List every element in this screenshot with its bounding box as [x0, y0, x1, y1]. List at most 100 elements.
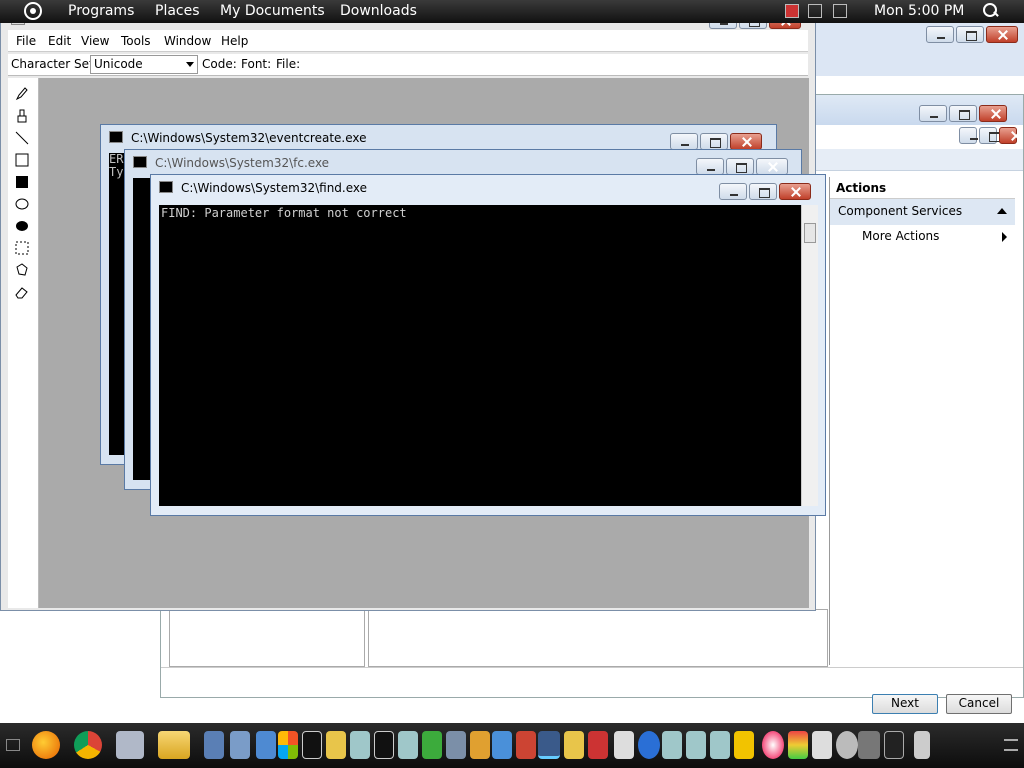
app-window-icon[interactable]	[662, 731, 682, 759]
clock[interactable]: Mon 5:00 PM	[874, 3, 964, 19]
eraser-icon[interactable]	[15, 285, 29, 299]
info-icon[interactable]	[638, 731, 660, 759]
vertical-scrollbar[interactable]	[801, 205, 818, 506]
recycle-icon[interactable]	[422, 731, 442, 759]
code-label: Code:	[202, 57, 237, 71]
notification-icon[interactable]	[785, 4, 799, 18]
inner-restore-button[interactable]	[979, 127, 1000, 144]
active-task-icon[interactable]	[538, 731, 560, 759]
printer-icon[interactable]	[446, 731, 466, 759]
toolbox-icon[interactable]	[588, 731, 608, 759]
show-desktop-icon[interactable]	[6, 739, 20, 751]
filled-rectangle-icon[interactable]	[15, 175, 29, 189]
network-share-icon[interactable]	[256, 731, 276, 759]
inner-minimize-button[interactable]	[959, 127, 978, 144]
search-tool-icon[interactable]	[470, 731, 490, 759]
charset-select[interactable]: Unicode	[90, 55, 198, 74]
console-screen[interactable]: FIND: Parameter format not correct	[159, 205, 801, 506]
folder-icon[interactable]	[158, 731, 190, 759]
minimize-button[interactable]	[919, 105, 947, 122]
app-window-icon[interactable]	[398, 731, 418, 759]
hard-drive-icon[interactable]	[858, 731, 880, 759]
maximize-button[interactable]	[700, 133, 728, 150]
device-icon[interactable]	[884, 731, 904, 759]
tree-pane[interactable]	[169, 609, 365, 667]
menu-window[interactable]: Window	[164, 34, 211, 48]
maximize-button[interactable]	[956, 26, 984, 43]
submenu-arrow-icon	[1002, 232, 1007, 242]
chrome-icon[interactable]	[74, 731, 102, 759]
search-icon[interactable]	[982, 2, 998, 18]
minimize-button[interactable]	[926, 26, 954, 43]
network-icon[interactable]	[808, 4, 822, 18]
minimize-button[interactable]	[719, 183, 747, 200]
key-icon[interactable]	[326, 731, 346, 759]
console-window-find: C:\Windows\System32\find.exe FIND: Param…	[150, 174, 826, 516]
inner-close-button[interactable]	[999, 127, 1017, 144]
app-window-icon[interactable]	[710, 731, 730, 759]
cancel-button[interactable]: Cancel	[946, 694, 1012, 714]
console-icon	[159, 181, 173, 193]
math-icon[interactable]	[812, 731, 832, 759]
actions-component-services[interactable]: Component Services	[830, 199, 1015, 225]
menu-my-documents[interactable]: My Documents	[220, 3, 325, 19]
maximize-button[interactable]	[749, 183, 777, 200]
menu-view[interactable]: View	[81, 34, 109, 48]
console-icon	[133, 156, 147, 168]
tools-icon[interactable]	[116, 731, 144, 759]
pencil-icon[interactable]	[15, 87, 29, 101]
archive-icon[interactable]	[788, 731, 808, 759]
line-icon[interactable]	[15, 131, 29, 145]
main-menu-icon[interactable]	[24, 2, 42, 20]
filled-ellipse-icon[interactable]	[15, 219, 29, 233]
menu-help[interactable]: Help	[221, 34, 248, 48]
calculator-icon[interactable]	[914, 731, 930, 759]
chevron-down-icon	[186, 62, 194, 67]
minimize-button[interactable]	[696, 158, 724, 175]
menu-places[interactable]: Places	[155, 3, 200, 19]
cmd-icon[interactable]	[302, 731, 322, 759]
minimize-button[interactable]	[670, 133, 698, 150]
freeform-select-icon[interactable]	[15, 263, 29, 277]
firefox-icon[interactable]	[32, 731, 60, 759]
status-bar	[161, 667, 1023, 689]
next-button[interactable]: Next	[872, 694, 938, 714]
windows-icon[interactable]	[278, 731, 298, 759]
detail-pane[interactable]	[368, 609, 828, 667]
maximize-button[interactable]	[726, 158, 754, 175]
cmd-icon[interactable]	[374, 731, 394, 759]
close-button[interactable]	[756, 158, 788, 175]
menu-programs[interactable]: Programs	[68, 3, 134, 19]
paint-icon[interactable]	[492, 731, 512, 759]
menu-file[interactable]: File	[16, 34, 36, 48]
pce-toolbar: Character Set: Unicode Code: Font: File:	[8, 54, 808, 76]
close-button[interactable]	[730, 133, 762, 150]
document-icon[interactable]	[614, 731, 634, 759]
server-icon[interactable]	[204, 731, 224, 759]
menu-icon[interactable]	[1004, 739, 1018, 751]
more-actions-item[interactable]: More Actions	[830, 225, 1015, 247]
key-icon[interactable]	[564, 731, 584, 759]
battery-icon[interactable]	[833, 4, 847, 18]
app-window-icon[interactable]	[686, 731, 706, 759]
menu-tools[interactable]: Tools	[121, 34, 151, 48]
brush-icon[interactable]	[15, 109, 29, 123]
browser-icon[interactable]	[762, 731, 784, 759]
shortcut-icon[interactable]	[734, 731, 754, 759]
scrollbar-thumb[interactable]	[804, 223, 816, 243]
maximize-button[interactable]	[949, 105, 977, 122]
close-button[interactable]	[779, 183, 811, 200]
ellipse-icon[interactable]	[15, 197, 29, 211]
rectangle-select-icon[interactable]	[15, 241, 29, 255]
pdf-icon[interactable]	[516, 731, 536, 759]
collapse-icon[interactable]	[997, 208, 1007, 214]
app-window-icon[interactable]	[350, 731, 370, 759]
computer-icon[interactable]	[230, 731, 250, 759]
top-panel: Programs Places My Documents Downloads M…	[0, 0, 1024, 23]
menu-edit[interactable]: Edit	[48, 34, 71, 48]
rectangle-icon[interactable]	[15, 153, 29, 167]
close-button[interactable]	[986, 26, 1018, 43]
close-button[interactable]	[979, 105, 1007, 122]
menu-downloads[interactable]: Downloads	[340, 3, 417, 19]
settings-icon[interactable]	[836, 731, 858, 759]
